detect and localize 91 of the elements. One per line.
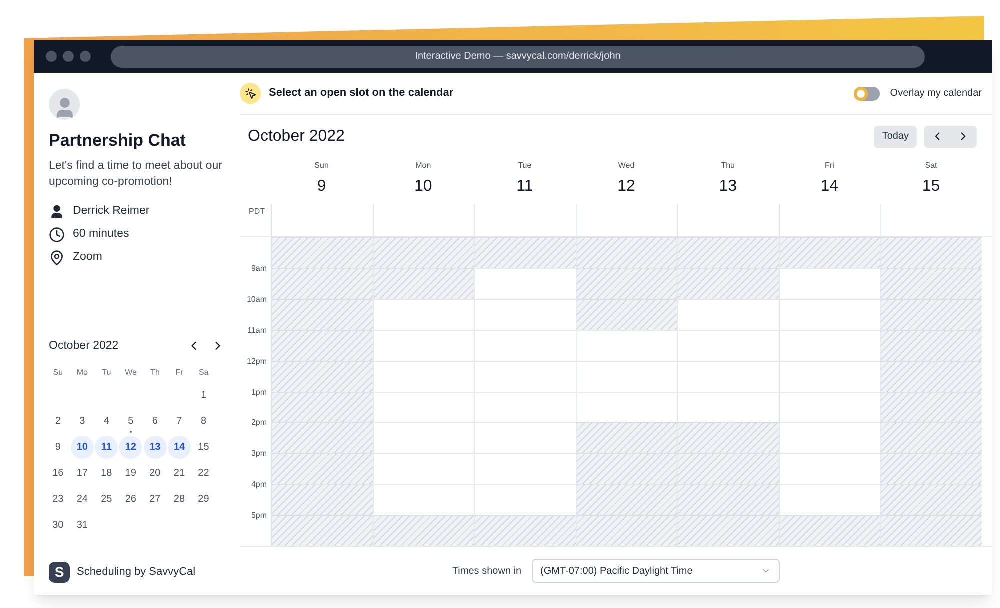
time-label: 5pm bbox=[251, 510, 267, 522]
calendar-day[interactable]: 27 bbox=[144, 488, 167, 511]
branding-text: Scheduling by SavvyCal bbox=[77, 565, 196, 580]
calendar-day[interactable]: 29 bbox=[192, 488, 216, 511]
weekday-header: Tue bbox=[518, 160, 532, 172]
calendar-day[interactable]: 19 bbox=[119, 462, 142, 485]
event-detail: Derrick Reimer bbox=[73, 204, 150, 219]
open-slot[interactable] bbox=[374, 422, 474, 454]
calendar-day[interactable]: 26 bbox=[119, 488, 142, 511]
calendar-day[interactable]: 11 bbox=[95, 436, 118, 459]
logo-icon: S bbox=[49, 562, 70, 583]
time-label: 3pm bbox=[251, 448, 267, 460]
calendar-day[interactable]: 23 bbox=[46, 488, 70, 511]
calendar-day[interactable]: 20 bbox=[144, 462, 167, 485]
calendar-day[interactable]: 10 bbox=[70, 436, 94, 459]
calendar-day[interactable]: 7 bbox=[168, 410, 191, 433]
event-description: Let's find a time to meet about our upcoming co-promotion! bbox=[49, 158, 224, 190]
day-number: 15 bbox=[922, 177, 940, 197]
timezone-label: Times shown in bbox=[452, 564, 522, 578]
toggle-label: Overlay my calendar bbox=[890, 87, 982, 101]
calendar-day[interactable]: 21 bbox=[168, 462, 191, 485]
calendar-day[interactable]: 2 bbox=[46, 410, 70, 433]
today-button[interactable]: Today bbox=[874, 126, 917, 148]
event-detail: Zoom bbox=[73, 250, 102, 265]
calendar-day[interactable]: 18 bbox=[95, 462, 118, 485]
open-slot[interactable] bbox=[780, 422, 880, 454]
mini-calendar-month: October 2022 bbox=[49, 338, 120, 354]
calendar-day[interactable]: 14 bbox=[168, 436, 191, 459]
open-slot[interactable] bbox=[475, 453, 576, 484]
calendar-day[interactable]: 4 bbox=[95, 410, 118, 433]
calendar-day[interactable]: 28 bbox=[168, 488, 191, 511]
day-number: 13 bbox=[719, 177, 737, 197]
overlay-toggle[interactable] bbox=[854, 86, 880, 100]
calendar-day[interactable]: 24 bbox=[70, 488, 94, 511]
day-number: 14 bbox=[820, 177, 839, 197]
open-slot[interactable] bbox=[475, 392, 576, 422]
weekday-header: Sat bbox=[925, 160, 938, 172]
event-title: Partnership Chat bbox=[49, 130, 187, 152]
weekday-label: We bbox=[124, 366, 138, 379]
weekday-header: Thu bbox=[721, 160, 735, 172]
calendar-day[interactable]: 12 bbox=[119, 436, 142, 459]
instruction-text: Select an open slot on the calendar bbox=[269, 86, 455, 102]
timezone-abbreviation: PDT bbox=[248, 206, 266, 218]
calendar-day[interactable]: 9 bbox=[46, 436, 70, 459]
calendar-day[interactable]: 16 bbox=[46, 462, 70, 485]
calendar-day[interactable]: 6 bbox=[144, 410, 167, 433]
weekday-label: Th bbox=[150, 366, 161, 379]
calendar-day[interactable]: 25 bbox=[95, 488, 118, 511]
time-label: 12pm bbox=[246, 356, 267, 368]
address-bar[interactable]: Interactive Demo — savvycal.com/derrick/john bbox=[111, 46, 925, 68]
calendar-day[interactable]: 8 bbox=[192, 410, 216, 433]
weekday-label: Tu bbox=[101, 366, 112, 379]
calendar-day[interactable]: 31 bbox=[70, 514, 94, 537]
calendar-day[interactable]: 1 bbox=[192, 384, 216, 407]
open-slot[interactable] bbox=[374, 453, 474, 484]
open-slot[interactable] bbox=[374, 392, 474, 422]
location-pin-icon bbox=[49, 250, 65, 266]
open-slot[interactable] bbox=[678, 392, 779, 422]
pointer-click-icon bbox=[240, 83, 261, 104]
person-icon bbox=[49, 204, 65, 220]
clock-icon bbox=[49, 226, 65, 242]
calendar-day[interactable]: 30 bbox=[46, 514, 70, 537]
calendar-day[interactable]: 15 bbox=[192, 436, 216, 459]
day-number: 12 bbox=[618, 177, 636, 197]
open-slot[interactable] bbox=[576, 392, 678, 422]
day-number: 9 bbox=[317, 177, 326, 197]
weekday-label: Fr bbox=[174, 366, 184, 379]
weekday-header: Fri bbox=[825, 160, 834, 172]
time-label: 2pm bbox=[251, 417, 267, 430]
calendar-day[interactable]: 22 bbox=[192, 462, 216, 485]
open-slot[interactable] bbox=[780, 453, 880, 484]
weekday-header: Sun bbox=[314, 160, 329, 172]
open-slot[interactable] bbox=[780, 392, 880, 422]
weekday-label: Sa bbox=[198, 366, 210, 379]
weekday-label: Su bbox=[52, 366, 64, 379]
open-slot[interactable] bbox=[475, 422, 576, 454]
calendar-day[interactable]: 13 bbox=[144, 436, 167, 459]
time-label: 4pm bbox=[251, 479, 267, 492]
weekday-header: Wed bbox=[618, 160, 635, 172]
event-detail: 60 minutes bbox=[73, 226, 130, 242]
weekday-header: Mon bbox=[416, 160, 432, 172]
weekday-label: Mo bbox=[76, 366, 89, 379]
calendar-day[interactable]: 17 bbox=[70, 462, 94, 485]
calendar-day[interactable]: 3 bbox=[70, 410, 94, 433]
timezone-select[interactable]: (GMT-07:00) Pacific Daylight Time bbox=[532, 559, 780, 583]
day-number: 11 bbox=[516, 177, 534, 197]
calendar-day[interactable]: 5 bbox=[119, 410, 142, 433]
calendar-month-title: October 2022 bbox=[248, 126, 346, 146]
day-number: 10 bbox=[414, 177, 432, 197]
time-label: 1pm bbox=[251, 386, 267, 399]
avatar bbox=[49, 89, 80, 120]
